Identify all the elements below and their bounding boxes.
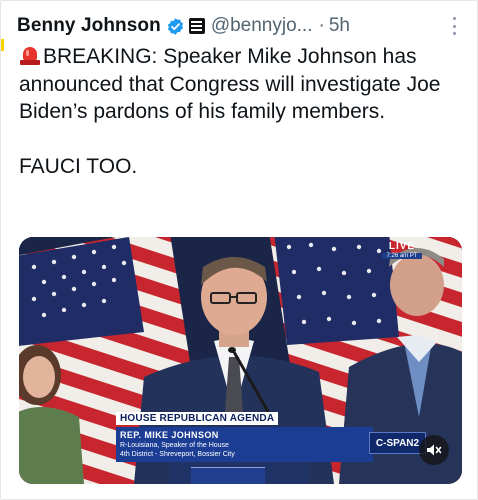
podium-sign (191, 467, 265, 484)
chyron-name-block: REP. MIKE JOHNSON R-Louisiana, Speaker o… (116, 427, 373, 462)
speaker-muted-icon[interactable] (419, 435, 449, 465)
network-logo: C-SPAN2 (369, 432, 426, 454)
post-timestamp[interactable]: 5h (329, 15, 350, 37)
author-display-name[interactable]: Benny Johnson (17, 15, 161, 37)
author-handle[interactable]: @bennyjo... (211, 15, 313, 37)
live-time: 7:26 am PT (382, 253, 422, 259)
chyron-role: R-Louisiana, Speaker of the House (120, 442, 229, 449)
siren-icon (19, 44, 41, 66)
news-chyron: HOUSE REPUBLICAN AGENDA REP. MIKE JOHNSO… (116, 408, 373, 462)
post-text: BREAKING: Speaker Mike Johnson has annou… (19, 43, 469, 180)
live-indicator: LIVE 7:26 am PT (382, 241, 422, 259)
chyron-title: HOUSE REPUBLICAN AGENDA (116, 412, 279, 425)
post-card[interactable]: Benny Johnson @bennyjo... · 5h BREAKING:… (0, 0, 478, 500)
edge-marker (1, 39, 4, 51)
more-options-icon[interactable] (453, 17, 457, 35)
post-text-paragraph-2: FAUCI TOO. (19, 154, 138, 178)
org-affiliate-badge-icon[interactable] (188, 18, 205, 34)
live-label: LIVE (388, 241, 416, 252)
chyron-name: REP. MIKE JOHNSON (120, 430, 219, 440)
post-text-paragraph: BREAKING: Speaker Mike Johnson has annou… (19, 43, 469, 126)
verified-badge-icon[interactable] (166, 17, 185, 36)
video-player[interactable]: LIVE 7:26 am PT HOUSE REPUBLICAN AGENDA … (19, 237, 462, 484)
header-separator: · (318, 15, 325, 36)
post-header: Benny Johnson @bennyjo... · 5h (17, 13, 463, 39)
post-text-breaking: BREAKING: Speaker Mike Johnson has annou… (19, 45, 441, 123)
chyron-district: 4th District - Shreveport, Bossier City (120, 451, 235, 458)
